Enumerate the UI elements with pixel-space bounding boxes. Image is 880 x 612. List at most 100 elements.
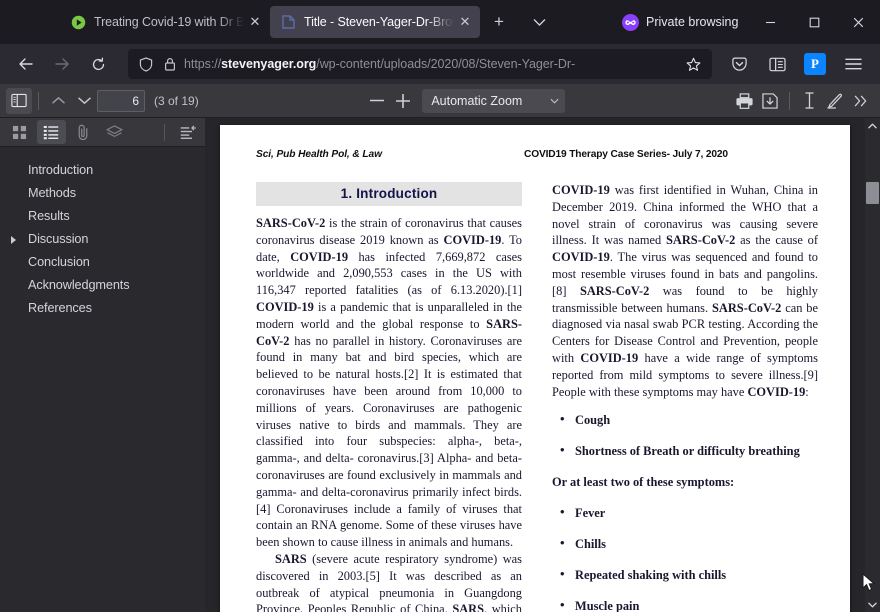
url-text[interactable]: https://stevenyager.org/wp-content/uploa… [184, 57, 680, 71]
private-browsing-indicator: Private browsing [622, 13, 739, 31]
outline-item-conclusion[interactable]: Conclusion [0, 251, 205, 274]
right-column: COVID-19 was first identified in Wuhan, … [552, 182, 818, 612]
shield-icon[interactable] [134, 56, 158, 72]
next-page-button[interactable] [71, 88, 97, 114]
pdf-sidebar-tools [0, 118, 205, 147]
list-all-tabs-button[interactable] [524, 7, 554, 37]
maximize-button[interactable] [792, 6, 836, 38]
tab-close-button[interactable]: ✕ [456, 13, 474, 31]
zoom-level-value: Automatic Zoom [431, 93, 523, 108]
list-item: Chills [552, 535, 818, 552]
page-columns: 1. Introduction SARS-CoV-2 is the strain… [256, 182, 818, 612]
left-column-paragraph-1: SARS-CoV-2 is the strain of coronavirus … [256, 216, 522, 550]
lock-icon[interactable] [158, 57, 182, 71]
draw-pen-icon[interactable] [822, 88, 848, 114]
list-item: Repeated shaking with chills [552, 566, 818, 583]
attachments-icon[interactable] [69, 120, 98, 144]
document-outline-icon[interactable] [36, 120, 66, 144]
sidebar-icon[interactable] [761, 49, 793, 79]
url-bar[interactable]: https://stevenyager.org/wp-content/uploa… [128, 49, 712, 79]
symptom-list-note: Or at least two of these symptoms: [552, 475, 735, 490]
forward-button[interactable] [46, 49, 78, 79]
outline-item-label: References [28, 301, 92, 315]
profile-badge-button[interactable]: P [799, 49, 831, 79]
reload-button[interactable] [82, 49, 114, 79]
pdf-outline-list: Introduction Methods Results Discussion … [0, 147, 205, 320]
toolbar-divider-2 [789, 91, 790, 110]
running-head: Sci, Pub Health Pol, & Law COVID19 Thera… [256, 149, 818, 160]
url-domain: stevenyager.org [221, 57, 317, 71]
toolbar-divider [38, 91, 39, 110]
navigation-toolbar: https://stevenyager.org/wp-content/uploa… [0, 44, 880, 84]
outline-item-results[interactable]: Results [0, 205, 205, 228]
zoom-in-button[interactable] [390, 88, 416, 114]
download-icon[interactable] [757, 88, 783, 114]
pdf-viewer-area[interactable]: Sci, Pub Health Pol, & Law COVID19 Thera… [205, 118, 865, 612]
browser-tab-1[interactable]: Treating Covid-19 with Dr Brow ✕ [60, 6, 270, 38]
window-controls [748, 6, 880, 38]
tab-title: Treating Covid-19 with Dr Brow [94, 15, 244, 29]
outline-options-icon[interactable] [173, 120, 202, 144]
tab-close-button[interactable]: ✕ [246, 13, 264, 31]
scrollbar-thumb[interactable] [866, 182, 879, 204]
section-heading: 1. Introduction [256, 182, 522, 206]
zoom-out-button[interactable] [364, 88, 390, 114]
symptom-list: Cough Shortness of Breath or difficulty … [552, 411, 818, 612]
chevron-down-icon [550, 96, 559, 106]
outline-item-introduction[interactable]: Introduction [0, 159, 205, 182]
outline-item-label: Discussion [28, 232, 89, 246]
browser-window: Treating Covid-19 with Dr Brow ✕ Title -… [0, 0, 880, 612]
layers-icon[interactable] [100, 120, 129, 144]
pdf-file-icon [280, 14, 296, 30]
minimize-button[interactable] [748, 6, 792, 38]
list-item: Fever [552, 504, 818, 521]
zoom-level-select[interactable]: Automatic Zoom [422, 88, 566, 113]
pdf-viewer-toolbar: 6 (3 of 19) Automatic Zoom [0, 84, 880, 118]
left-column-paragraph-2: SARS (severe acute respiratory syndrome)… [256, 551, 522, 612]
vertical-scrollbar[interactable] [865, 118, 880, 612]
outline-item-label: Results [28, 209, 70, 223]
previous-page-button[interactable] [45, 88, 71, 114]
text-cursor-icon[interactable] [796, 88, 822, 114]
outline-item-label: Acknowledgments [28, 278, 130, 292]
outline-item-label: Conclusion [28, 255, 90, 269]
list-item: Shortness of Breath or difficulty breath… [552, 442, 818, 459]
tab-title: Title - Steven-Yager-Dr-Brownst [304, 15, 454, 29]
left-column: 1. Introduction SARS-CoV-2 is the strain… [256, 182, 522, 612]
list-item: Cough [552, 411, 818, 428]
scroll-down-arrow-icon[interactable] [865, 597, 880, 612]
outline-item-references[interactable]: References [0, 297, 205, 320]
toolbar-actions: P [720, 49, 872, 79]
outline-item-discussion[interactable]: Discussion [0, 228, 205, 251]
url-prefix: https:// [184, 57, 222, 71]
new-tab-button[interactable]: + [484, 7, 514, 37]
expand-triangle-icon[interactable] [11, 236, 16, 244]
right-column-paragraph-1: COVID-19 was first identified in Wuhan, … [552, 183, 819, 399]
close-button[interactable] [836, 6, 880, 38]
sidebar-tool-divider [164, 123, 166, 141]
pdf-page: Sci, Pub Health Pol, & Law COVID19 Thera… [220, 125, 850, 612]
thumbnails-icon[interactable] [5, 120, 34, 144]
tab-strip: Treating Covid-19 with Dr Brow ✕ Title -… [0, 0, 880, 44]
running-head-left: Sci, Pub Health Pol, & Law [256, 149, 382, 160]
scroll-up-arrow-icon[interactable] [865, 118, 880, 133]
running-head-right: COVID19 Therapy Case Series- July 7, 202… [524, 149, 728, 160]
outline-item-methods[interactable]: Methods [0, 182, 205, 205]
play-circle-icon [70, 14, 86, 30]
bookmark-star-icon[interactable] [680, 57, 706, 72]
private-browsing-label: Private browsing [646, 15, 739, 29]
back-button[interactable] [10, 49, 42, 79]
hamburger-menu-icon[interactable] [837, 49, 869, 79]
page-count-label: (3 of 19) [154, 93, 199, 108]
browser-tab-2[interactable]: Title - Steven-Yager-Dr-Brownst ✕ [270, 6, 480, 38]
pocket-icon[interactable] [723, 49, 755, 79]
list-item: Muscle pain [552, 597, 818, 612]
outline-item-label: Introduction [28, 163, 94, 177]
outline-item-acknowledgments[interactable]: Acknowledgments [0, 274, 205, 297]
more-tools-button[interactable] [848, 88, 874, 114]
private-mask-icon [622, 13, 639, 31]
print-icon[interactable] [731, 88, 757, 114]
pdf-sidebar-toggle-button[interactable] [6, 87, 32, 114]
outline-item-label: Methods [28, 186, 76, 200]
page-number-input[interactable]: 6 [97, 89, 145, 112]
